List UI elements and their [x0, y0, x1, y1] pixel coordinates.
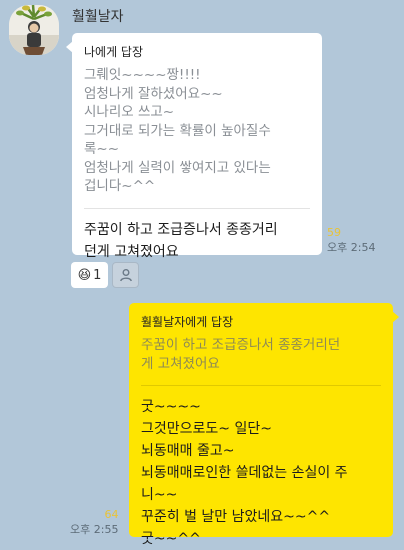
- laughing-emoji-icon: 😆: [77, 267, 92, 283]
- message-text: 굿~~~~ 그것만으로도~ 일단~ 뇌동매매 줄고~ 뇌동매매로인한 쓸데없는 …: [141, 399, 348, 547]
- quoted-message[interactable]: 그뤠잇~~~~짱!!!! 엄청나게 잘하셨어요~~ 시나리오 쓰고~ 그거대로 …: [84, 66, 310, 196]
- person-icon: [119, 269, 132, 282]
- incoming-message-bubble[interactable]: 나에게 답장 그뤠잇~~~~짱!!!! 엄청나게 잘하셨어요~~ 시나리오 쓰고…: [66, 33, 322, 260]
- reply-header: 나에게 답장: [84, 45, 144, 59]
- avatar[interactable]: [9, 5, 59, 55]
- reaction-count: 1: [93, 267, 102, 283]
- profile-photo-icon: [9, 5, 59, 55]
- incoming-meta: 59 오후 2:54: [327, 226, 375, 255]
- reply-divider: [84, 207, 310, 209]
- reply-header: 훨훨날자에게 답장: [141, 315, 234, 329]
- sender-name: 훨훨날자: [72, 9, 124, 25]
- reaction-badge[interactable]: 😆 1: [71, 262, 108, 288]
- outgoing-meta: 64 오후 2:55: [70, 508, 118, 537]
- timestamp: 오후 2:54: [327, 241, 376, 254]
- outgoing-message-bubble[interactable]: 훨훨날자에게 답장 주꿈이 하고 조급증나서 종종거리던 게 고쳐졌어요 굿~~…: [129, 303, 399, 547]
- add-reaction-button[interactable]: [112, 262, 139, 288]
- unread-count: 64: [104, 508, 119, 521]
- message-text: 주꿈이 하고 조급증나서 종종거리 던게 고쳐졌어요: [84, 221, 278, 260]
- timestamp: 오후 2:55: [70, 523, 119, 536]
- quoted-message[interactable]: 주꿈이 하고 조급증나서 종종거리던 게 고쳐졌어요: [141, 336, 381, 373]
- reply-divider: [141, 385, 381, 386]
- unread-count: 59: [327, 226, 341, 239]
